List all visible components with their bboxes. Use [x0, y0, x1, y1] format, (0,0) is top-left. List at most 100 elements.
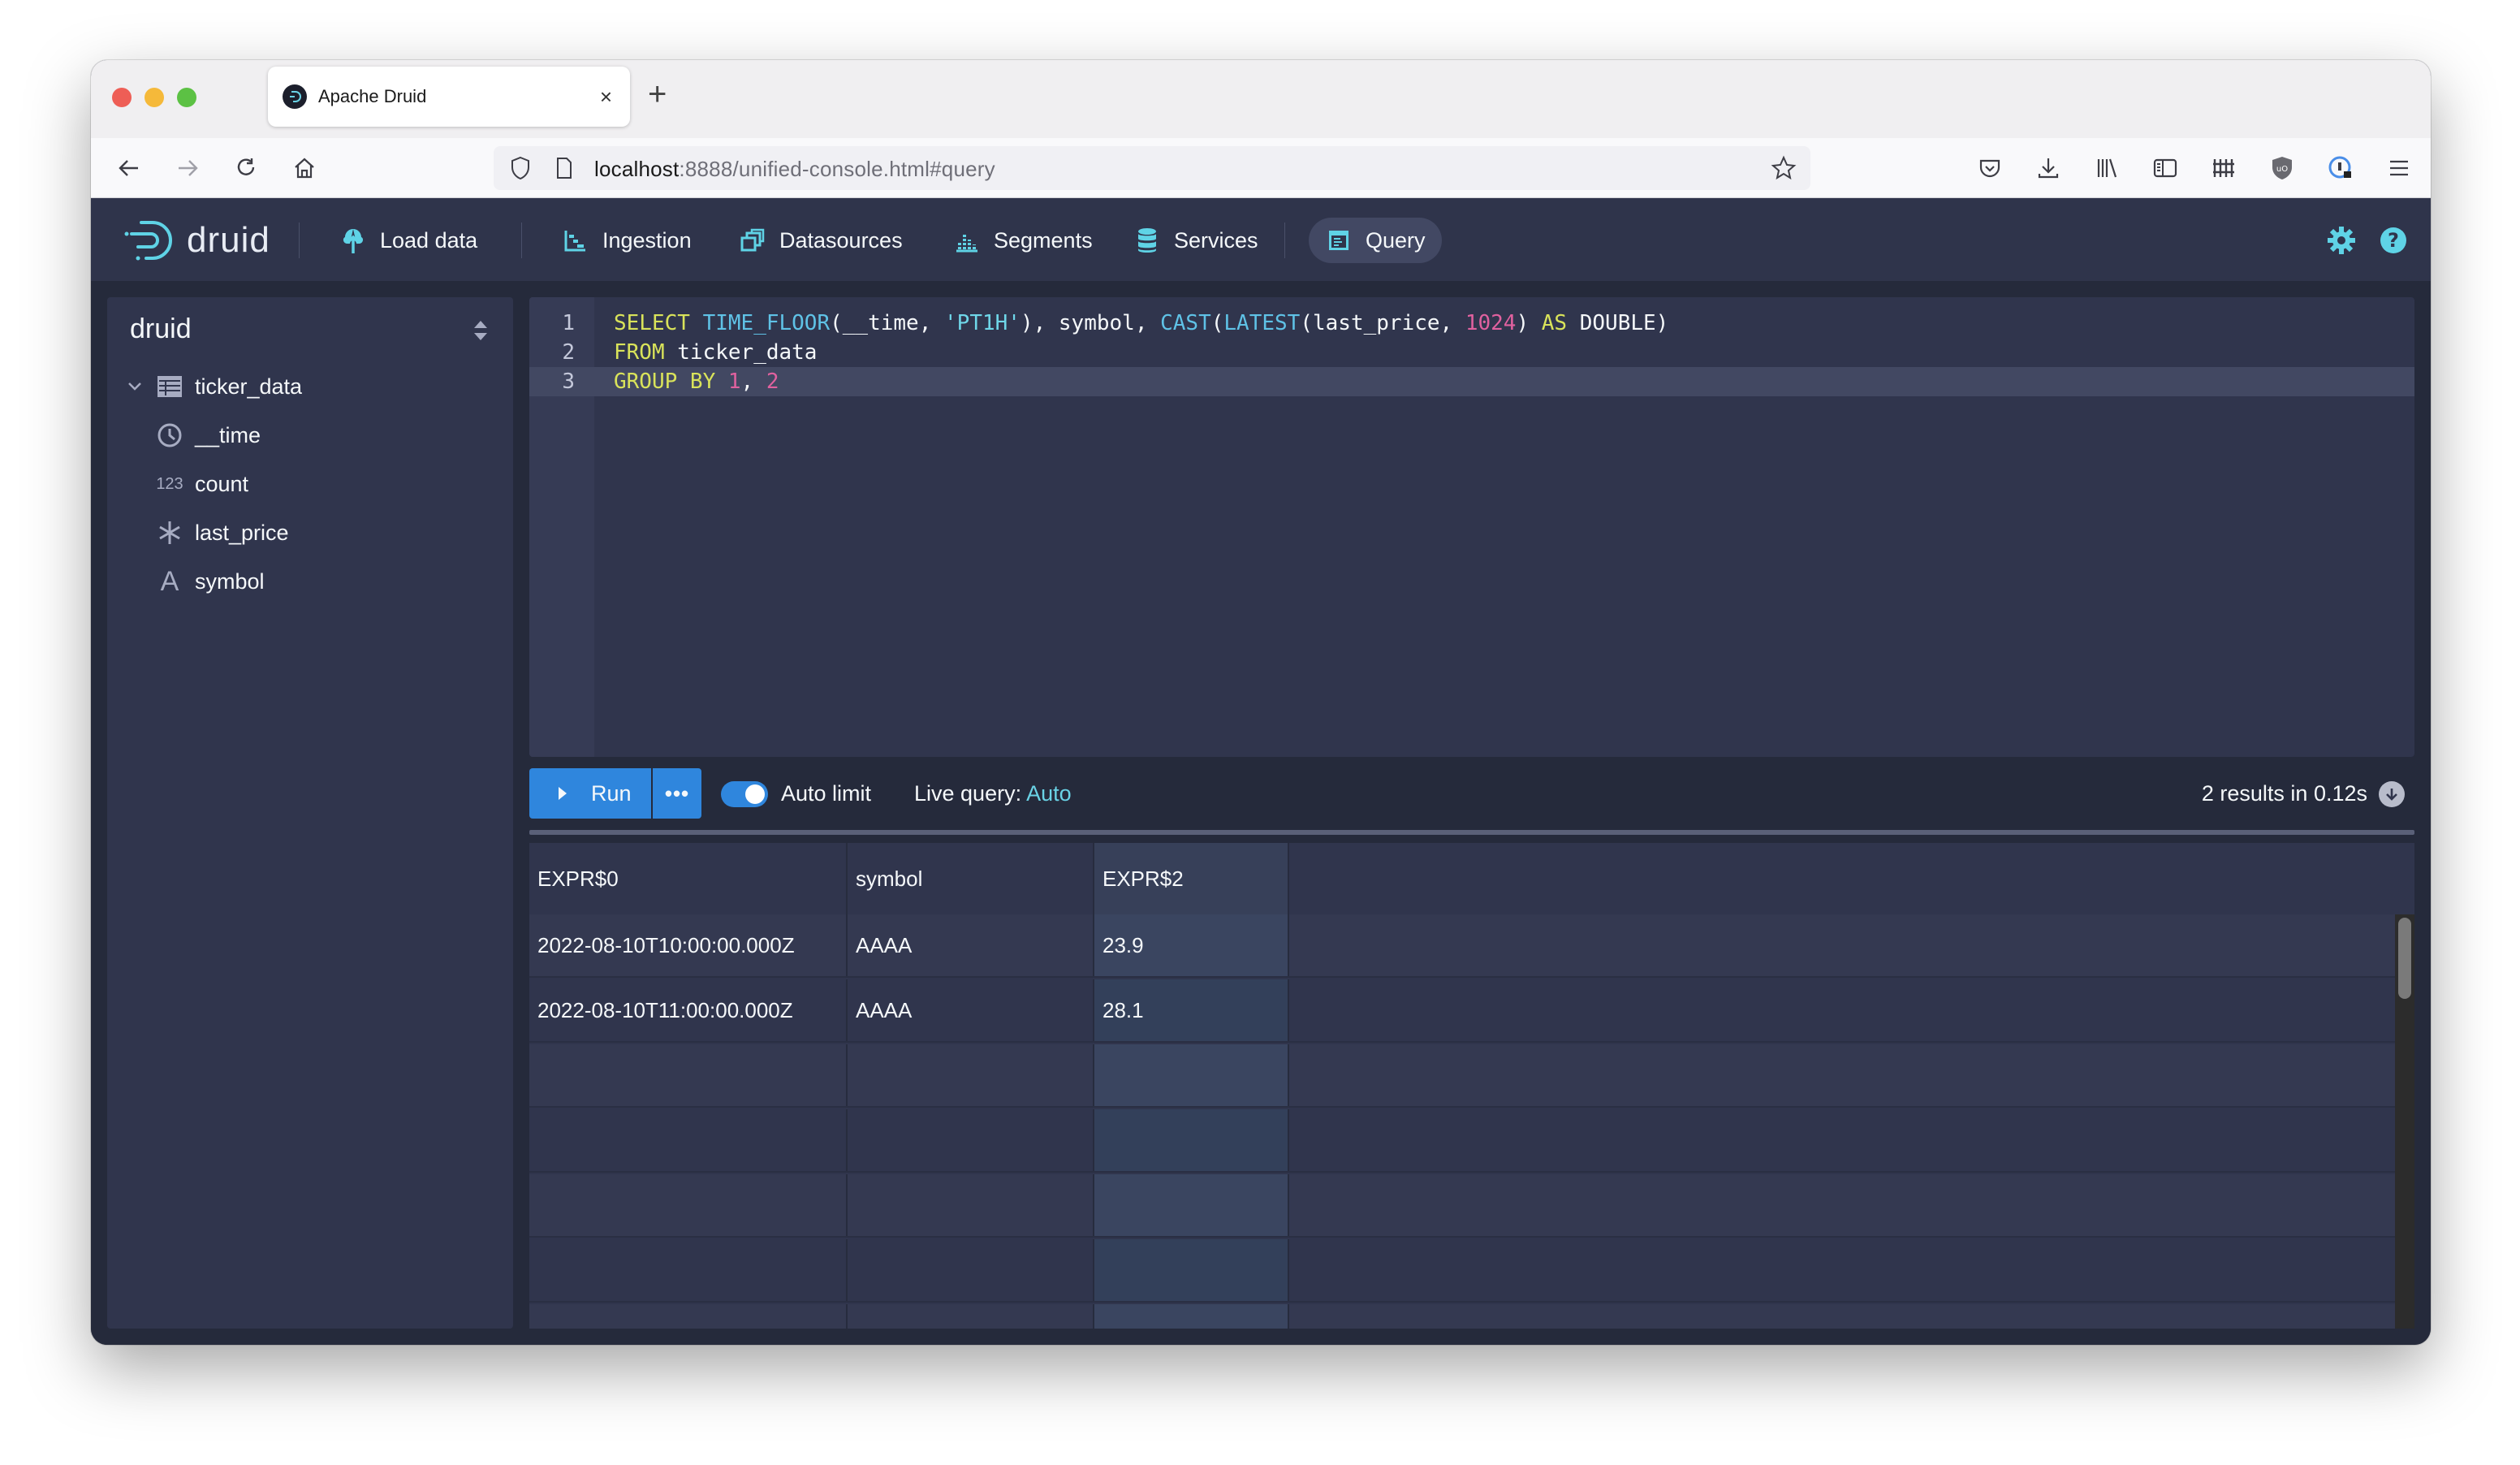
- home-icon[interactable]: [289, 153, 320, 184]
- tree-column[interactable]: __time: [107, 414, 513, 456]
- run-button[interactable]: Run: [529, 768, 651, 819]
- nav-load-data[interactable]: Load data: [323, 218, 494, 263]
- sidebar-icon[interactable]: [2150, 153, 2181, 184]
- minimize-window-button[interactable]: [145, 88, 164, 107]
- table-cell[interactable]: [1094, 1304, 1289, 1329]
- scrollbar-thumb[interactable]: [2398, 918, 2411, 999]
- nav-datasources[interactable]: Datasources: [723, 218, 919, 263]
- nav-services[interactable]: Services: [1117, 218, 1275, 263]
- results-info: 2 results in 0.12s: [2201, 781, 2367, 806]
- table-cell[interactable]: [529, 1109, 848, 1171]
- help-icon[interactable]: ?: [2379, 226, 2408, 255]
- fence-extension-icon[interactable]: [2208, 153, 2239, 184]
- table-cell[interactable]: [848, 1109, 1094, 1171]
- druid-logo-icon: [124, 221, 172, 261]
- svg-text:uO: uO: [2276, 165, 2288, 174]
- tree-column[interactable]: last_price: [107, 512, 513, 554]
- chevron-down-icon[interactable]: [125, 377, 145, 396]
- back-icon[interactable]: [114, 153, 145, 184]
- live-query-selector[interactable]: Live query: Auto: [914, 781, 1072, 806]
- table-cell[interactable]: AAAA: [848, 979, 1094, 1041]
- tree-table-ticker-data[interactable]: ticker_data: [107, 365, 513, 408]
- table-cell[interactable]: [529, 1044, 848, 1106]
- column-header[interactable]: EXPR$0: [529, 843, 848, 914]
- address-bar[interactable]: localhost:8888/unified-console.html#quer…: [494, 146, 1810, 190]
- token-kw: GROUP BY: [614, 369, 716, 394]
- table-cell[interactable]: [529, 1239, 848, 1301]
- table-cell[interactable]: [1094, 1109, 1289, 1171]
- nav-label: Ingestion: [602, 227, 692, 253]
- token-fn: TIME_FLOOR: [702, 311, 831, 335]
- nav-query[interactable]: Query: [1309, 218, 1442, 263]
- table-cell[interactable]: [529, 1304, 848, 1329]
- table-cell[interactable]: 2022-08-10T10:00:00.000Z: [529, 914, 848, 976]
- ublock-icon[interactable]: uO: [2267, 153, 2298, 184]
- live-query-label: Live query:: [914, 781, 1022, 806]
- token-kw: SELECT: [614, 311, 690, 335]
- empty-table-row: [529, 1109, 2395, 1173]
- token: (: [1210, 311, 1224, 335]
- nav-label: Segments: [994, 227, 1093, 253]
- sql-editor[interactable]: 1 SELECT TIME_FLOOR(__time, 'PT1H'), symb…: [529, 297, 2414, 757]
- download-icon[interactable]: [2379, 781, 2405, 807]
- schema-selector[interactable]: druid: [130, 313, 192, 345]
- shield-icon[interactable]: [505, 153, 536, 184]
- tree-column[interactable]: 123 count: [107, 463, 513, 505]
- table-cell[interactable]: [848, 1174, 1094, 1236]
- logo-text: druid: [187, 220, 270, 260]
- auto-limit-toggle[interactable]: [721, 781, 768, 807]
- gear-icon[interactable]: [2327, 226, 2356, 255]
- table-cell[interactable]: [848, 1044, 1094, 1106]
- table-cell[interactable]: 28.1: [1094, 979, 1289, 1041]
- vertical-scrollbar[interactable]: [2395, 914, 2414, 1329]
- table-cell[interactable]: [1094, 1044, 1289, 1106]
- maximize-window-button[interactable]: [177, 88, 196, 107]
- nav-label: Query: [1366, 227, 1426, 253]
- code-line[interactable]: 2 FROM ticker_data: [529, 338, 2414, 367]
- resize-handle[interactable]: [529, 830, 2414, 835]
- browser-toolbar: localhost:8888/unified-console.html#quer…: [91, 138, 2431, 198]
- empty-table-row: [529, 1044, 2395, 1108]
- bookmark-star-icon[interactable]: [1768, 153, 1799, 184]
- nav-ingestion[interactable]: Ingestion: [546, 218, 708, 263]
- druid-favicon-icon: [283, 84, 307, 109]
- application-icon: [1325, 227, 1353, 254]
- new-tab-button[interactable]: +: [648, 78, 667, 110]
- column-header[interactable]: symbol: [848, 843, 1094, 914]
- library-icon[interactable]: [2091, 153, 2122, 184]
- druid-logo[interactable]: druid: [123, 218, 270, 263]
- table-cell[interactable]: [1094, 1174, 1289, 1236]
- nav-segments[interactable]: Segments: [937, 218, 1109, 263]
- tree-column[interactable]: A symbol: [107, 560, 513, 603]
- token-num: 1024: [1465, 311, 1517, 335]
- double-caret-icon[interactable]: [472, 318, 489, 343]
- auto-limit-label[interactable]: Auto limit: [781, 781, 871, 806]
- table-cell[interactable]: [529, 1174, 848, 1236]
- table-cell[interactable]: [1094, 1239, 1289, 1301]
- table-cell[interactable]: [848, 1304, 1094, 1329]
- downloads-icon[interactable]: [2033, 153, 2064, 184]
- password-manager-icon[interactable]: [2325, 153, 2356, 184]
- reload-icon[interactable]: [231, 153, 261, 184]
- table-cell[interactable]: 2022-08-10T11:00:00.000Z: [529, 979, 848, 1041]
- string-icon: A: [160, 565, 179, 597]
- more-options-button[interactable]: •••: [653, 768, 701, 819]
- tab-strip: Apache Druid × +: [91, 60, 2431, 138]
- close-window-button[interactable]: [112, 88, 132, 107]
- tab-close-icon[interactable]: ×: [600, 86, 612, 107]
- numeric-icon: 123: [156, 474, 183, 493]
- code-text: GROUP BY 1, 2: [614, 367, 779, 396]
- tab-title: Apache Druid: [318, 86, 427, 106]
- browser-tab[interactable]: Apache Druid ×: [268, 67, 630, 127]
- code-line[interactable]: 1 SELECT TIME_FLOOR(__time, 'PT1H'), symb…: [529, 309, 2414, 338]
- url-text[interactable]: localhost:8888/unified-console.html#quer…: [594, 157, 995, 182]
- code-line[interactable]: 3 GROUP BY 1, 2: [529, 367, 2414, 396]
- menu-icon[interactable]: [2384, 153, 2414, 184]
- forward-icon[interactable]: [172, 153, 203, 184]
- table-cell[interactable]: AAAA: [848, 914, 1094, 976]
- table-cell[interactable]: 23.9: [1094, 914, 1289, 976]
- column-header[interactable]: EXPR$2: [1094, 843, 1289, 914]
- live-query-value[interactable]: Auto: [1026, 781, 1072, 806]
- pocket-icon[interactable]: [1974, 153, 2005, 184]
- table-cell[interactable]: [848, 1239, 1094, 1301]
